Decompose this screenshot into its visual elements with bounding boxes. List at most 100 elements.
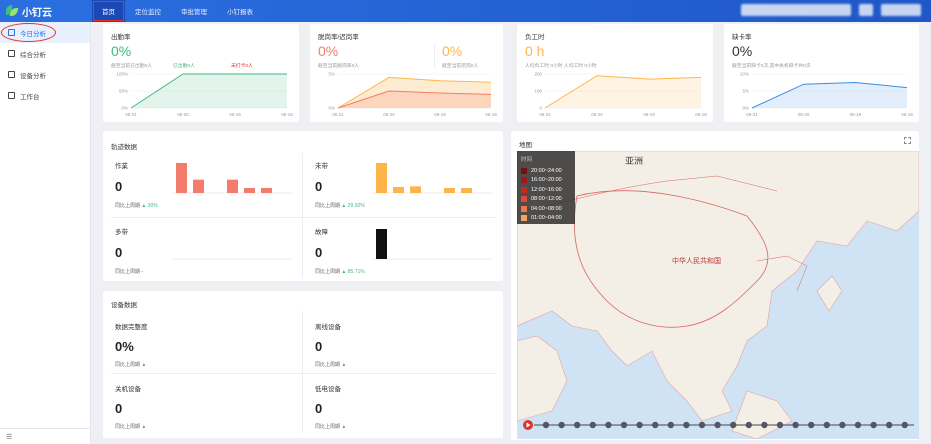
card-title: 负工时: [525, 34, 545, 41]
main-nav: 首页 定位监控 审批管理 小钉报表: [92, 0, 263, 22]
legend-swatch: [521, 215, 527, 222]
x-tick-label: 06-20: [798, 112, 810, 117]
map-label-asia: 亚洲: [625, 156, 644, 166]
legend-item[interactable]: 01:00~04:00: [521, 214, 571, 224]
timeline-dot: [698, 421, 706, 429]
timeline-dot: [558, 421, 565, 429]
hours-chart: 200 100 006-21 06-20 06-19 06-18: [534, 72, 707, 118]
sidebar-item-overall-analysis[interactable]: 综合分析: [0, 43, 90, 64]
missing-chart: 10% 5% 0%06-21 06-20 06-19 06-18: [740, 72, 913, 118]
timeline-dot: [870, 421, 877, 429]
metric-value: 0: [115, 179, 123, 194]
bar: [410, 186, 421, 193]
tab-reports[interactable]: 小钉报表: [217, 0, 263, 22]
sidebar-item-label: 工作台: [20, 93, 40, 101]
legend-swatch: [521, 167, 527, 174]
tab-location-monitor[interactable]: 定位监控: [125, 0, 171, 22]
timeline-dot: [792, 421, 799, 429]
leaf-icon: [6, 5, 19, 18]
highlight-ring: [1, 23, 56, 42]
divider: [434, 44, 435, 68]
device-data-panel: 设备数据 数据完整度 0% 同比上周期 ▲ 离线设备 0 同比上周期 ▲ 关机设备 0 同比上周…: [103, 291, 503, 438]
legend-item[interactable]: 16:00~20:00: [521, 176, 571, 186]
user-name[interactable]: [881, 4, 921, 16]
timeline-dot: [901, 421, 908, 429]
y-tick-label: 200: [534, 72, 542, 77]
y-tick-label: 100: [534, 89, 542, 94]
x-tick-label: 06-21: [332, 112, 344, 117]
metric-value: 0: [315, 401, 323, 416]
metric-label: 低电设备: [315, 386, 341, 393]
timeline-dot: [745, 421, 752, 429]
sidebar-item-today-analysis[interactable]: 今日分析: [0, 22, 90, 43]
x-tick-label: 06-20: [383, 112, 395, 117]
up-arrow-icon: ▲: [340, 269, 348, 275]
metric-label: 作業: [115, 163, 128, 170]
attendance-sub-3: 未打卡0人: [231, 64, 253, 69]
fullscreen-icon[interactable]: [904, 137, 911, 144]
metric-value: 0: [115, 245, 123, 260]
timeline-dot: [620, 421, 628, 429]
sidebar-item-device-analysis[interactable]: 设备分析: [0, 64, 90, 85]
timeline-dot: [823, 421, 830, 429]
metric-bar-chart: [173, 258, 293, 260]
late-rate-value: 0%: [442, 43, 463, 59]
bar: [227, 179, 238, 193]
x-tick-label: 06-19: [434, 112, 446, 117]
x-tick-label: 06-19: [229, 112, 241, 117]
tab-home[interactable]: 首页: [92, 0, 125, 22]
metric-label: 故障: [315, 229, 328, 236]
legend-item[interactable]: 08:00~12:00: [521, 195, 571, 205]
legend-item[interactable]: 04:00~08:00: [521, 204, 571, 214]
panel-title: 地图: [519, 142, 532, 149]
legend-label: 16:00~20:00: [531, 177, 562, 184]
timeline-dot: [730, 421, 737, 429]
legend-swatch: [521, 186, 527, 193]
sidebar-item-label: 综合分析: [20, 51, 46, 59]
x-tick-label: 06-18: [695, 112, 707, 117]
time-legend: 时间 20:00~24:00 16:00~20:00 12:00~16:00 08:0…: [517, 151, 575, 224]
tab-approval[interactable]: 审批管理: [171, 0, 217, 22]
metric-compare: 同比上周期 -: [115, 269, 144, 275]
hours-value: 0 h: [525, 43, 545, 59]
hours-card: 负工时 0 h 人均负工时 0小时 人均工时 0小时 200 100 0 06-21 0…: [517, 24, 713, 122]
timeline-dot: [886, 421, 893, 429]
map-view[interactable]: 亚洲 中华人民共和国: [517, 151, 919, 439]
app-name: 小钉云: [22, 7, 52, 19]
legend-item[interactable]: 12:00~16:00: [521, 185, 571, 195]
timeline-dot: [589, 421, 596, 429]
bar: [444, 188, 455, 193]
leave-sub: 截至当前脱岗率0人: [318, 64, 360, 69]
late-sub: 截至当前迟岗0人: [442, 64, 479, 69]
series-area: [752, 82, 907, 108]
attendance-card: 出勤率 0% 截至当前已出勤0人 已出勤0人 未打卡0人 100% 50% 0% 06…: [103, 24, 299, 122]
track-metric: 故障 0 同比上周期 ▲ 85.71%: [303, 197, 502, 275]
collapse-menu-icon[interactable]: ☰: [0, 428, 90, 444]
metric-compare: 同比上周期 ▲: [115, 424, 147, 430]
sidebar-item-workbench[interactable]: 工作台: [0, 85, 90, 106]
y-tick-label: 5%: [742, 89, 749, 94]
up-arrow-icon: ▲: [140, 424, 147, 430]
x-tick-label: 06-19: [850, 112, 862, 117]
bar: [376, 229, 387, 259]
legend-item[interactable]: 20:00~24:00: [521, 166, 571, 176]
device-metric: 离线设备 0 同比上周期 ▲: [303, 291, 502, 368]
timeline-dot: [605, 421, 612, 429]
logo[interactable]: 小钉云: [6, 3, 86, 19]
user-area[interactable]: [741, 4, 921, 16]
avatar[interactable]: [859, 4, 873, 16]
hours-sub: 人均负工时 0小时 人均工时 0小时: [525, 64, 597, 69]
y-tick-label: 0%: [328, 106, 335, 111]
y-tick-label: 10%: [740, 72, 749, 77]
attendance-chart: 100% 50% 0%06-21 06-20 06-19 06-18: [116, 72, 293, 118]
sidebar: 今日分析 综合分析 设备分析 工作台 ☰: [0, 22, 91, 444]
attendance-sub-1: 截至当前已出勤0人: [111, 64, 153, 69]
timeline-dot: [667, 421, 674, 429]
track-metric: 多带 0 同比上周期 -: [103, 197, 302, 275]
missing-value: 0%: [732, 43, 753, 59]
timeline-dot: [808, 421, 815, 429]
time-slider[interactable]: [522, 419, 917, 431]
track-data-panel: 轨迹数据 作業 0 同比上周期 ▲ 30% 未带 0 同比上周期 ▲ 29.92%…: [103, 131, 503, 281]
track-metric: 作業 0 同比上周期 ▲ 30%: [103, 131, 302, 209]
account-info[interactable]: [741, 4, 851, 16]
